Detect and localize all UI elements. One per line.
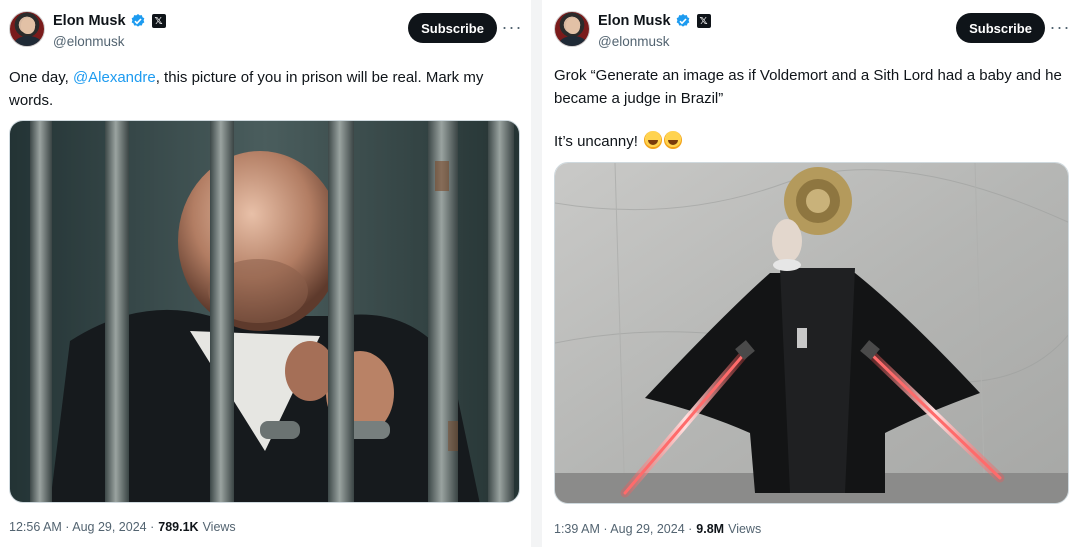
author-handle[interactable]: @elonmusk [53,34,124,49]
views-count: 789.1K [158,520,199,534]
tweet-header: Elon Musk 𝕏 @elonmusk Subscribe ··· [542,0,1080,64]
mention-link[interactable]: @Alexandre [73,69,156,86]
tweet-card-right: Elon Musk 𝕏 @elonmusk Subscribe ··· Grok… [542,0,1080,547]
tweet-text: Grok “Generate an image as if Voldemort … [554,67,1066,107]
tweet-meta: 12:56 AM · Aug 29, 2024 · 789.1K Views [9,520,236,534]
views-label: Views [202,520,236,534]
verified-badge-icon [131,14,144,27]
tweet-text-line2: It’s uncanny! [554,130,1064,153]
views-count: 9.8M [696,522,725,536]
tweet-card-left: Elon Musk 𝕏 @elonmusk Subscribe ··· One … [0,0,531,547]
x-logo-icon: 𝕏 [151,14,166,28]
judge-lightsaber-image [555,163,1068,503]
tweet-text-part: It’s uncanny! [554,133,638,150]
author-handle[interactable]: @elonmusk [598,34,669,49]
tweet-text: One day, @Alexandre, this picture of you… [9,66,514,112]
author-name[interactable]: Elon Musk [53,13,126,29]
x-logo-icon: 𝕏 [696,14,711,28]
avatar[interactable] [9,11,45,47]
avatar[interactable] [554,11,590,47]
timestamp[interactable]: 12:56 AM · Aug 29, 2024 · [9,520,154,534]
rolling-laughing-emoji-icon [664,131,683,149]
tweet-image-prison[interactable] [9,120,520,503]
rolling-laughing-emoji-icon [644,131,663,149]
prison-image [10,121,519,502]
verified-badge-icon [676,14,689,27]
author-name-row: Elon Musk 𝕏 [598,13,711,29]
tweet-meta: 1:39 AM · Aug 29, 2024 · 9.8M Views [554,522,761,536]
tweet-text-part: One day, [9,69,73,86]
more-options-icon[interactable]: ··· [1048,14,1072,40]
author-name[interactable]: Elon Musk [598,13,671,29]
views-label: Views [728,522,762,536]
timestamp[interactable]: 1:39 AM · Aug 29, 2024 · [554,522,692,536]
more-options-icon[interactable]: ··· [500,14,524,40]
tweet-header: Elon Musk 𝕏 @elonmusk Subscribe ··· [0,0,531,64]
author-name-row: Elon Musk 𝕏 [53,13,166,29]
subscribe-button[interactable]: Subscribe [408,13,497,43]
tweet-image-judge[interactable] [554,162,1069,504]
subscribe-button[interactable]: Subscribe [956,13,1045,43]
